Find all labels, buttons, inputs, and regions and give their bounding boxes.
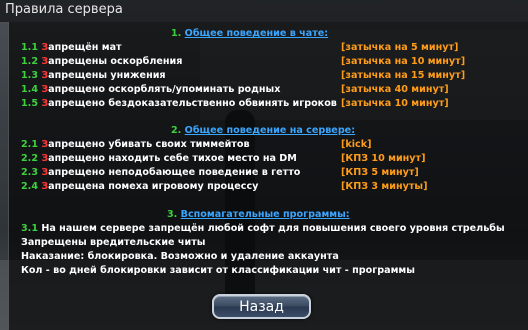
rule-item: 1.2 Запрещены оскорбления <box>21 56 183 67</box>
rule-item: 3.1 На нашем сервере запрещён любой софт… <box>21 223 505 234</box>
rule-item: 2.1 Запрещено убивать своих тиммейтов <box>21 139 250 150</box>
dialog-content: 1. Общее поведение в чате: 1.1 Запрещён … <box>8 22 528 330</box>
rule-item: 2.3 Запрещено неподобающее поведение в г… <box>21 167 301 178</box>
rule-note: Запрещены вредительские читы <box>21 237 206 248</box>
section-heading: 1. Общее поведение в чате: <box>171 28 329 39</box>
rule-note: Наказание: блокировка. Возможно и удален… <box>21 251 339 262</box>
back-button[interactable]: Назад <box>212 294 311 319</box>
rule-penalty: [затычка на 15 минут] <box>341 70 466 81</box>
rule-item: 1.1 Запрещён мат <box>21 42 122 53</box>
rule-penalty: [затычка на 5 минут] <box>341 42 459 53</box>
dialog-titlebar: Правила сервера <box>0 0 528 22</box>
rule-penalty: [затычка 40 минут] <box>341 84 449 95</box>
rule-penalty: [КПЗ 3 минуты] <box>341 181 428 192</box>
rule-item: 1.3 Запрещены унижения <box>21 70 166 81</box>
rule-item: 1.5 Запрещено бездоказательственно обвин… <box>21 98 337 109</box>
rule-penalty: [затычка 10 минут] <box>341 98 449 109</box>
rule-penalty: [kick] <box>341 139 372 150</box>
rule-item: 2.2 Запрещено находить себе тихое место … <box>21 153 297 164</box>
rule-penalty: [затычка на 10 минут] <box>341 56 466 67</box>
rules-dialog: Правила сервера 1. Общее поведение в чат… <box>0 0 528 330</box>
section-heading: 2. Общее поведение на сервере: <box>171 125 356 136</box>
section-heading: 3. Вспомагательные программы: <box>167 209 350 220</box>
rule-note: Кол - во дней блокировки зависит от клас… <box>21 265 415 276</box>
rule-penalty: [КПЗ 10 минут] <box>341 153 426 164</box>
rule-item: 1.4 Запрещено оскорблять/упоминать родны… <box>21 84 281 95</box>
dialog-title: Правила сервера <box>5 2 123 17</box>
rule-item: 2.4 Запрещена помеха игровому процессу <box>21 181 259 192</box>
rule-penalty: [КПЗ 5 минут] <box>341 167 419 178</box>
